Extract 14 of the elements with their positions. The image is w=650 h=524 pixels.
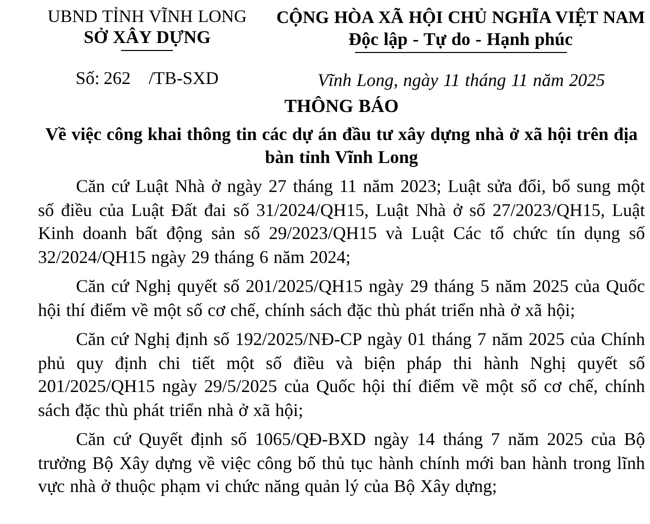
number-suffix: /TB-SXD: [148, 67, 219, 89]
document-number: 262: [104, 67, 131, 89]
body-paragraph: Căn cứ Nghị quyết số 201/2025/QH15 ngày 29 tháng 5 năm 2025 của Quốc hội thí điểm về một số cơ chế, chính sách đặc thù phát triển nhà ở xã hội;: [38, 275, 645, 322]
motto: Độc lập - Tự do - Hạnh phúc: [348, 28, 573, 50]
body-paragraph: Căn cứ Quyết định số 1065/QĐ-BXD ngày 14 tháng 7 năm 2025 của Bộ trưởng Bộ Xây dựng về việc công bố thủ tục hành chính mới ban hành trong lĩnh vực nhà ở thuộc phạm vi chức năng quản lý của Bộ Xây dựng;: [38, 428, 645, 498]
body-paragraph: Căn cứ Luật Nhà ở ngày 27 tháng 11 năm 2023; Luật sửa đổi, bổ sung một số điều của Luật Đất đai số 31/2024/QH15, Luật Nhà ở số 27/2023/QH15, Luật Kinh doanh bất động sản số 29/2023/QH15 và Luật Các tổ chức tín dụng số 32/2024/QH15 ngày 29 tháng 6 năm 2024;: [38, 175, 645, 269]
department-name: SỞ XÂY DỰNG: [84, 26, 211, 48]
document-title: THÔNG BÁO: [283, 95, 400, 119]
date-line: Vĩnh Long, ngày 11 tháng 11 năm 2025: [317, 69, 605, 91]
document-subtitle: Về việc công khai thông tin các dự án đầu tư xây dựng nhà ở xã hội trên địa bàn tỉnh Vĩnh Long: [44, 123, 639, 169]
agency-name: UBND TỈNH VĨNH LONG: [48, 6, 247, 26]
nation-name: CỘNG HÒA XÃ HỘI CHỦ NGHĨA VIỆT NAM: [276, 6, 645, 28]
number-label: Số:: [76, 67, 100, 89]
body-paragraph: Căn cứ Nghị định số 192/2025/NĐ-CP ngày 01 tháng 7 năm 2025 của Chính phủ quy định chi tiết một số điều và biện pháp thi hành Nghị quyết số 201/2025/QH15 ngày 29/5/2025 của Quốc hội thí điểm về một số cơ chế, chính sách đặc thù phát triển nhà ở xã hội;: [38, 328, 645, 422]
